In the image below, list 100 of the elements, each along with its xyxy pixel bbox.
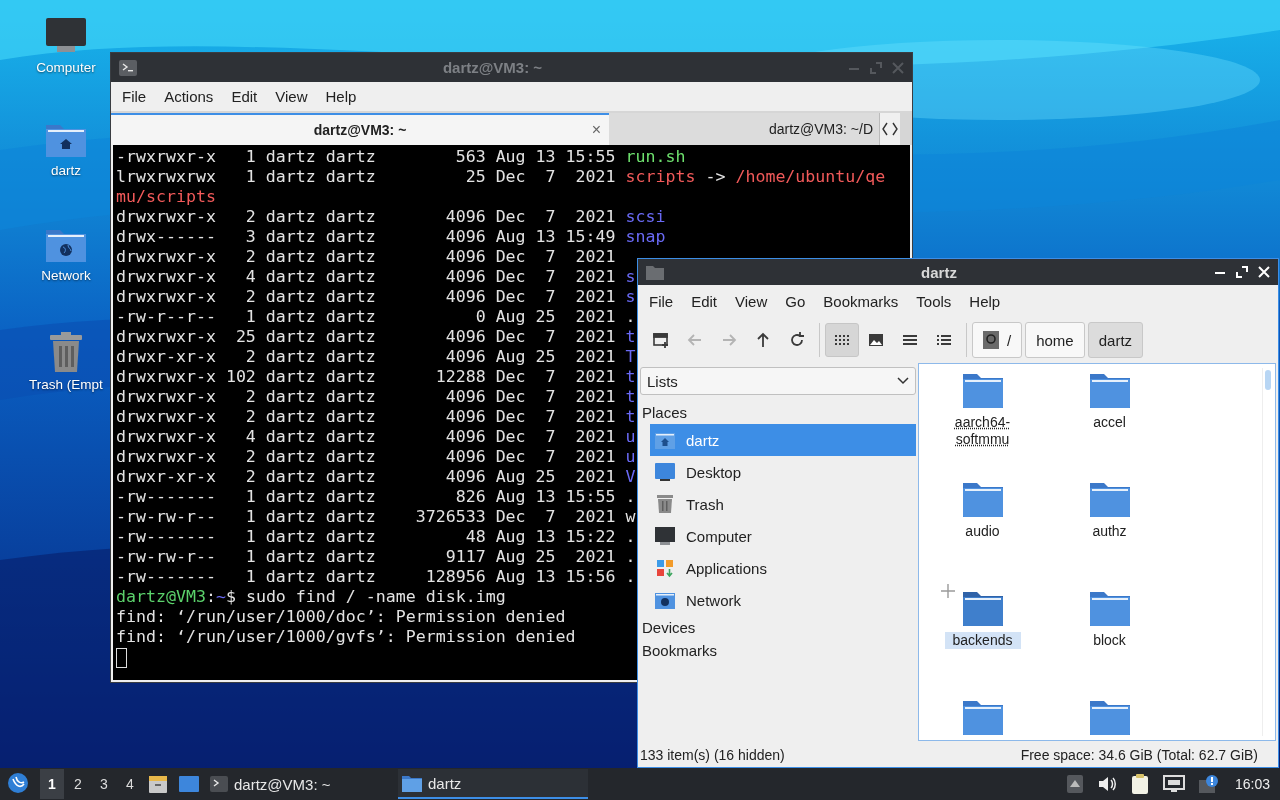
desktop-icon-label[interactable]: dartz (51, 163, 81, 178)
status-text: 133 item(s) (16 hidden) (640, 747, 785, 763)
terminal-line: drwxrwxr-x 2 dartz dartz 4096 Dec 7 2021 u (116, 447, 636, 467)
menu-item[interactable]: Help (316, 88, 366, 105)
scrollbar-thumb[interactable] (1265, 370, 1271, 390)
terminal-line: drwxrwxr-x 25 dartz dartz 4096 Dec 7 2021 t (116, 327, 636, 347)
monitor-icon (654, 462, 676, 482)
menu-item[interactable]: View (266, 88, 317, 105)
menu-item[interactable]: Edit (682, 292, 727, 310)
clock[interactable]: 16:03 (1234, 776, 1270, 792)
folder-icon[interactable] (961, 590, 1004, 628)
terminal-line: -rw------- 1 dartz dartz 48 Aug 13 15:22 . (116, 527, 636, 547)
file-name[interactable]: audio (944, 523, 1021, 540)
terminal-line: drwxrwxr-x 4 dartz dartz 4096 Dec 7 2021 u (116, 427, 636, 447)
folder-icon[interactable] (1088, 372, 1131, 410)
terminal-line: find: ‘/run/user/1000/gvfs’: Permission denied (116, 627, 576, 647)
terminal-icon (210, 776, 228, 792)
menu-item[interactable]: Edit (222, 88, 267, 105)
home-folder-icon (654, 430, 676, 450)
desktop-icon-label[interactable]: Network (41, 268, 91, 283)
side-pane-dropdown[interactable]: Lists (640, 367, 916, 395)
terminal-line: drwx------ 3 dartz dartz 4096 Aug 13 15:49 snap (116, 227, 666, 247)
workspace-button[interactable]: 2 (66, 769, 90, 799)
clipboard-icon[interactable] (1130, 773, 1149, 795)
menu-item[interactable]: Actions (155, 88, 223, 105)
menu-item[interactable]: Help (960, 292, 1010, 310)
folder-icon[interactable] (961, 699, 1004, 737)
folder-icon (646, 264, 664, 280)
terminal-tab[interactable]: dartz@VM3: ~ × (111, 113, 609, 145)
terminal-line: -rwxrwxr-x 1 dartz dartz 563 Aug 13 15:55 run.sh (116, 147, 686, 167)
menu-item[interactable]: File (113, 88, 156, 105)
place-item[interactable]: Network (650, 584, 916, 616)
terminal-line: find: ‘/run/user/1000/doc’: Permission denied (116, 607, 566, 627)
taskbar-task[interactable]: dartz@VM3: ~ (206, 769, 396, 799)
file-name[interactable]: aarch64-softmmu (944, 414, 1021, 448)
terminal-line: drwxrwxr-x 2 dartz dartz 4096 Dec 7 2021 s (116, 287, 636, 307)
terminal-line: drwxrwxr-x 2 dartz dartz 4096 Dec 7 2021 t (116, 407, 636, 427)
tab-close-button[interactable]: × (591, 121, 601, 139)
terminal-line: lrwxrwxrwx 1 dartz dartz 25 Dec 7 2021 scripts -> /home/ubuntu/qe (116, 167, 886, 187)
desktop-icon[interactable] (178, 775, 200, 793)
file-name[interactable]: accel (1071, 414, 1148, 431)
path-button[interactable]: home (1025, 322, 1085, 358)
folder-icon[interactable] (961, 372, 1004, 410)
window-title: dartz@VM3: ~ (441, 59, 544, 76)
desktop-icon-label[interactable]: Trash (Empt (29, 377, 103, 392)
workspace-button[interactable]: 4 (118, 769, 142, 799)
trash-icon[interactable] (48, 331, 84, 373)
terminal-line: drwxrwxr-x 2 dartz dartz 4096 Dec 7 2021 (116, 247, 616, 267)
terminal-line: drwxrwxr-x 2 dartz dartz 4096 Dec 7 2021 t (116, 387, 636, 407)
terminal-line: -rw-rw-r-- 1 dartz dartz 3726533 Dec 7 2021 w (116, 507, 636, 527)
menu-item[interactable]: File (640, 292, 683, 310)
terminal-line: drwxr-xr-x 2 dartz dartz 4096 Aug 25 2021 T (116, 347, 636, 367)
folder-icon[interactable] (1088, 590, 1131, 628)
speaker-icon[interactable] (1096, 775, 1117, 793)
file-name[interactable]: block (1071, 632, 1148, 649)
terminal-icon (119, 59, 137, 76)
reload-icon (788, 331, 806, 349)
start-menu-button[interactable] (6, 772, 30, 796)
menu-item[interactable]: Go (776, 292, 815, 310)
terminal-line: drwxr-xr-x 2 dartz dartz 4096 Aug 25 2021 V (116, 467, 636, 487)
section-heading[interactable]: Places (640, 401, 916, 424)
monitor-icon (654, 526, 676, 546)
folder-icon[interactable] (1088, 481, 1131, 519)
terminal-line: -rw------- 1 dartz dartz 826 Aug 13 15:55 . (116, 487, 636, 507)
place-item[interactable]: Computer (650, 520, 916, 552)
path-button[interactable]: / (972, 322, 1023, 358)
terminal-tab[interactable]: dartz@VM3: ~/D (609, 113, 879, 145)
icons-view-button[interactable] (825, 323, 859, 357)
terminal-line: dartz@VM3:~$ sudo find / -name disk.img (116, 587, 506, 607)
menu-item[interactable]: Tools (907, 292, 961, 310)
taskbar-task[interactable]: dartz (398, 769, 588, 799)
terminal-line: mu/scripts (116, 187, 216, 207)
place-item[interactable]: Desktop (650, 456, 916, 488)
apps-grid-icon (654, 558, 676, 578)
workspace-button[interactable]: 3 (92, 769, 116, 799)
file-name[interactable]: backends (944, 632, 1021, 649)
section-heading[interactable]: Devices (640, 616, 916, 639)
folder-icon (402, 774, 422, 792)
terminal-line: drwxrwxr-x 4 dartz dartz 4096 Dec 7 2021 s (116, 267, 636, 287)
notification-icon[interactable] (1198, 774, 1221, 794)
workspace-button[interactable]: 1 (40, 769, 64, 799)
file-name[interactable]: authz (1071, 523, 1148, 540)
image-icon (867, 331, 885, 349)
menu-item[interactable]: View (726, 292, 777, 310)
file-cabinet-icon[interactable] (148, 774, 168, 794)
chevron-down-icon (897, 377, 909, 385)
new-tab-icon (652, 331, 670, 349)
section-heading[interactable]: Bookmarks (640, 639, 916, 662)
network-icon[interactable] (1162, 775, 1185, 793)
terminal-line: -rw-r--r-- 1 dartz dartz 0 Aug 25 2021 . (116, 307, 636, 327)
path-button[interactable]: dartz (1087, 322, 1144, 358)
network-folder-icon (654, 590, 676, 610)
place-item[interactable]: Trash (650, 488, 916, 520)
folder-icon[interactable] (1088, 699, 1131, 737)
trash-icon (654, 494, 676, 514)
place-item[interactable]: Applications (650, 552, 916, 584)
menu-item[interactable]: Bookmarks (814, 292, 908, 310)
drive-icon (983, 331, 999, 349)
status-text: Free space: 34.6 GiB (Total: 62.7 GiB) (1020, 747, 1258, 763)
folder-icon[interactable] (961, 481, 1004, 519)
